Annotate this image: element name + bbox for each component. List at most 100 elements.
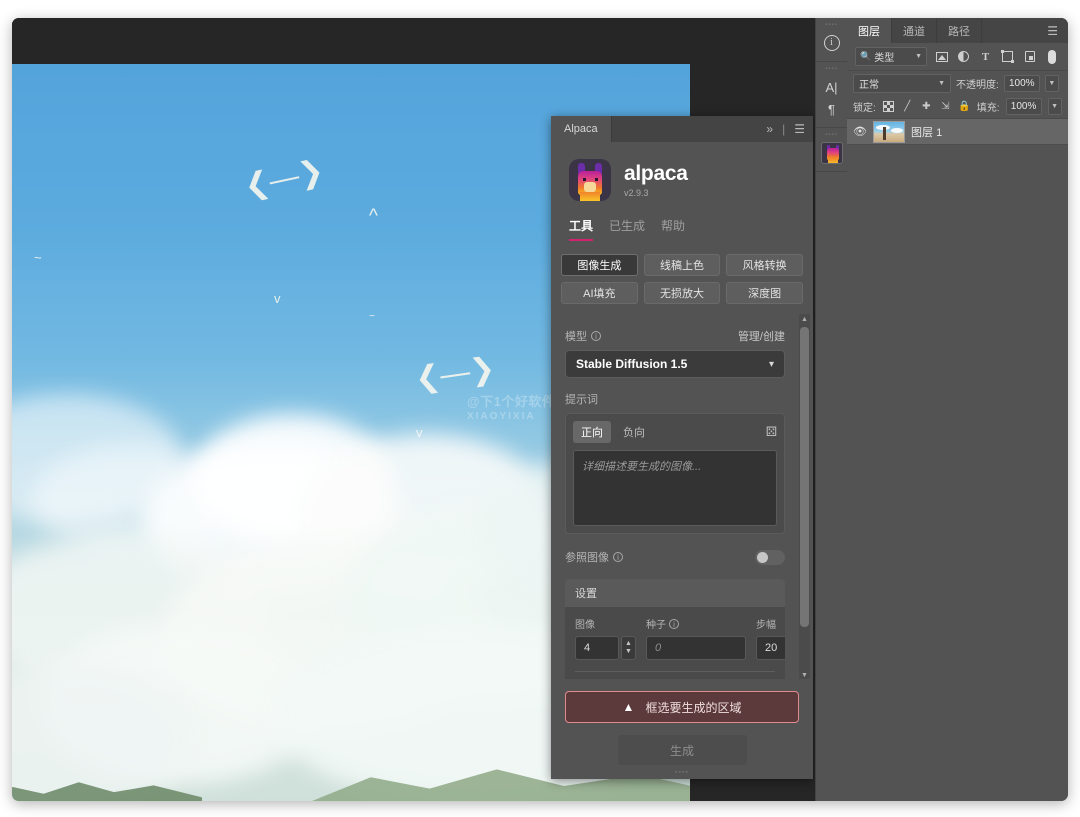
field-steps-label: 步幅	[756, 616, 785, 631]
chevron-down-icon: ▼	[938, 80, 945, 87]
tab-channels[interactable]: 通道	[892, 18, 937, 43]
toggle-knob	[757, 552, 768, 563]
dice-icon[interactable]: ⚄	[766, 424, 777, 440]
drag-grip-icon[interactable]: ▪▪▪▪	[825, 66, 838, 72]
reference-image-label: 参照图像	[565, 549, 609, 565]
fill-label: 填充:	[977, 99, 1000, 114]
image-count-stepper[interactable]: ▲ ▼	[621, 636, 636, 660]
type-layer-filter-icon[interactable]: T	[978, 49, 993, 64]
document-tab-bar[interactable]	[12, 18, 815, 64]
fill-value[interactable]: 100%	[1006, 98, 1042, 115]
alpaca-panel-tab-label: Alpaca	[564, 123, 598, 135]
lock-artboard-nesting-icon[interactable]: ⇲	[939, 100, 952, 113]
layers-list[interactable]: 👁 图层 1	[847, 119, 1068, 145]
prompt-tabs[interactable]: 正向 负向 ⚄	[573, 421, 777, 443]
layers-lock-row[interactable]: 锁定: ╱ ✚ ⇲ 🔒 填充: 100% ▼	[847, 95, 1068, 119]
tool-style-transfer[interactable]: 风格转换	[726, 254, 803, 276]
tab-generated[interactable]: 已生成	[609, 217, 645, 241]
tool-lineart-coloring[interactable]: 线稿上色	[644, 254, 721, 276]
panel-icon-rail[interactable]: ▪▪▪▪ ▪▪▪▪ A| ¶ ▪▪▪▪	[815, 18, 847, 801]
info-icon[interactable]: i	[669, 619, 679, 629]
alpaca-plugin-panel[interactable]: Alpaca » | ☰	[551, 116, 813, 779]
scrollbar-thumb[interactable]	[800, 327, 809, 627]
tool-image-generation[interactable]: 图像生成	[561, 254, 638, 276]
image-count-input[interactable]: 4	[575, 636, 619, 660]
alpaca-nav-tabs[interactable]: 工具 已生成 帮助	[551, 201, 813, 241]
layers-panel[interactable]: 图层 通道 路径 ☰ 🔍 类型 ▼ T 正常	[847, 18, 1068, 801]
hamburger-menu-icon[interactable]: ☰	[1047, 18, 1068, 43]
lock-image-pixels-icon[interactable]: ╱	[901, 100, 914, 113]
lock-transparent-pixels-icon[interactable]	[882, 100, 895, 113]
alpaca-settings-scroll-region[interactable]: 模型 i 管理/创建 Stable Diffusion 1.5 ▾ 提示词 正向	[551, 314, 813, 681]
layers-blend-row[interactable]: 正常 ▼ 不透明度: 100% ▼	[847, 71, 1068, 95]
alpaca-tool-grid[interactable]: 图像生成 线稿上色 风格转换 AI填充 无损放大 深度图	[551, 241, 813, 304]
photoshop-window: ❮—❯ ❮—❯ ^ v ~ v ~	[12, 18, 1068, 801]
lock-label: 锁定:	[853, 99, 876, 114]
fill-dropdown-icon[interactable]: ▼	[1048, 98, 1062, 115]
settings-body: 图像 4 ▲ ▼	[565, 607, 785, 681]
model-select-value: Stable Diffusion 1.5	[576, 357, 687, 371]
divider: |	[782, 122, 785, 136]
lock-all-icon[interactable]: 🔒	[958, 100, 971, 113]
opacity-value[interactable]: 100%	[1004, 75, 1040, 92]
layer-name[interactable]: 图层 1	[911, 124, 942, 140]
label-text: 图像	[575, 616, 595, 631]
alpaca-panel-tab[interactable]: Alpaca	[551, 116, 612, 142]
rail-group-type: ▪▪▪▪ A| ¶	[816, 62, 847, 128]
eye-icon[interactable]: 👁	[853, 125, 867, 138]
paragraph-panel-icon[interactable]: ¶	[820, 98, 844, 120]
generate-button[interactable]: 生成	[618, 735, 747, 765]
tab-paths[interactable]: 路径	[937, 18, 982, 43]
opacity-dropdown-icon[interactable]: ▼	[1045, 75, 1059, 92]
alpaca-panel-scrollbar[interactable]: ▲ ▼	[799, 314, 810, 681]
info-icon[interactable]	[820, 32, 844, 54]
info-icon[interactable]: i	[591, 331, 601, 341]
drag-grip-icon[interactable]: ▪▪▪▪	[825, 22, 838, 28]
steps-input[interactable]: 20	[756, 636, 785, 660]
filter-toggle-icon[interactable]	[1044, 49, 1059, 64]
info-icon[interactable]: i	[613, 552, 623, 562]
character-panel-icon[interactable]: A|	[820, 76, 844, 98]
tab-tools[interactable]: 工具	[569, 217, 593, 241]
tab-positive-prompt[interactable]: 正向	[573, 421, 611, 443]
lock-position-icon[interactable]: ✚	[920, 100, 933, 113]
chevron-double-right-icon[interactable]: »	[766, 122, 773, 136]
blend-mode-select[interactable]: 正常 ▼	[853, 74, 951, 93]
field-seed-label: 种子 i	[646, 616, 746, 631]
prompt-textarea[interactable]: 详细描述要生成的图像...	[573, 450, 777, 526]
layers-filter-bar[interactable]: 🔍 类型 ▼ T	[847, 43, 1068, 71]
tab-help[interactable]: 帮助	[661, 217, 685, 241]
adjustment-layer-filter-icon[interactable]	[956, 49, 971, 64]
layers-panel-tabbar[interactable]: 图层 通道 路径 ☰	[847, 18, 1068, 43]
settings-title: 设置	[565, 579, 785, 607]
label-text: 种子	[646, 616, 666, 631]
model-select[interactable]: Stable Diffusion 1.5 ▾	[565, 350, 785, 378]
screenshot-root: ❮—❯ ❮—❯ ^ v ~ v ~	[0, 0, 1080, 817]
shape-layer-filter-icon[interactable]	[1000, 49, 1015, 64]
pixel-layer-filter-icon[interactable]	[934, 49, 949, 64]
tool-depth-map[interactable]: 深度图	[726, 282, 803, 304]
warning-triangle-icon: ▲	[623, 700, 635, 714]
hamburger-menu-icon[interactable]: ☰	[794, 122, 805, 136]
manage-create-link[interactable]: 管理/创建	[738, 328, 785, 344]
resize-grip-icon[interactable]: ▪▪▪▪	[675, 769, 689, 776]
smart-object-filter-icon[interactable]	[1022, 49, 1037, 64]
tool-ai-fill[interactable]: AI填充	[561, 282, 638, 304]
alpaca-panel-tabbar[interactable]: Alpaca » | ☰	[551, 116, 813, 142]
warning-banner: ▲ 框选要生成的区域	[565, 691, 799, 723]
tab-layers[interactable]: 图层	[847, 18, 892, 43]
field-image-count: 图像 4 ▲ ▼	[575, 616, 636, 660]
settings-group: 设置 图像 4 ▲	[565, 579, 785, 681]
reference-image-toggle[interactable]	[755, 550, 785, 565]
field-seed: 种子 i 0	[646, 616, 746, 660]
scroll-up-arrow-icon[interactable]: ▲	[799, 314, 810, 325]
seed-input[interactable]: 0	[646, 636, 746, 660]
alpaca-plugin-icon[interactable]	[821, 142, 843, 164]
table-row[interactable]: 👁 图层 1	[847, 119, 1068, 145]
layer-kind-select[interactable]: 🔍 类型 ▼	[855, 47, 927, 66]
tool-upscale[interactable]: 无损放大	[644, 282, 721, 304]
tab-negative-prompt[interactable]: 负向	[615, 421, 653, 443]
prompt-box[interactable]: 正向 负向 ⚄ 详细描述要生成的图像...	[565, 413, 785, 534]
drag-grip-icon[interactable]: ▪▪▪▪	[825, 132, 838, 138]
layer-thumbnail[interactable]	[873, 121, 905, 143]
